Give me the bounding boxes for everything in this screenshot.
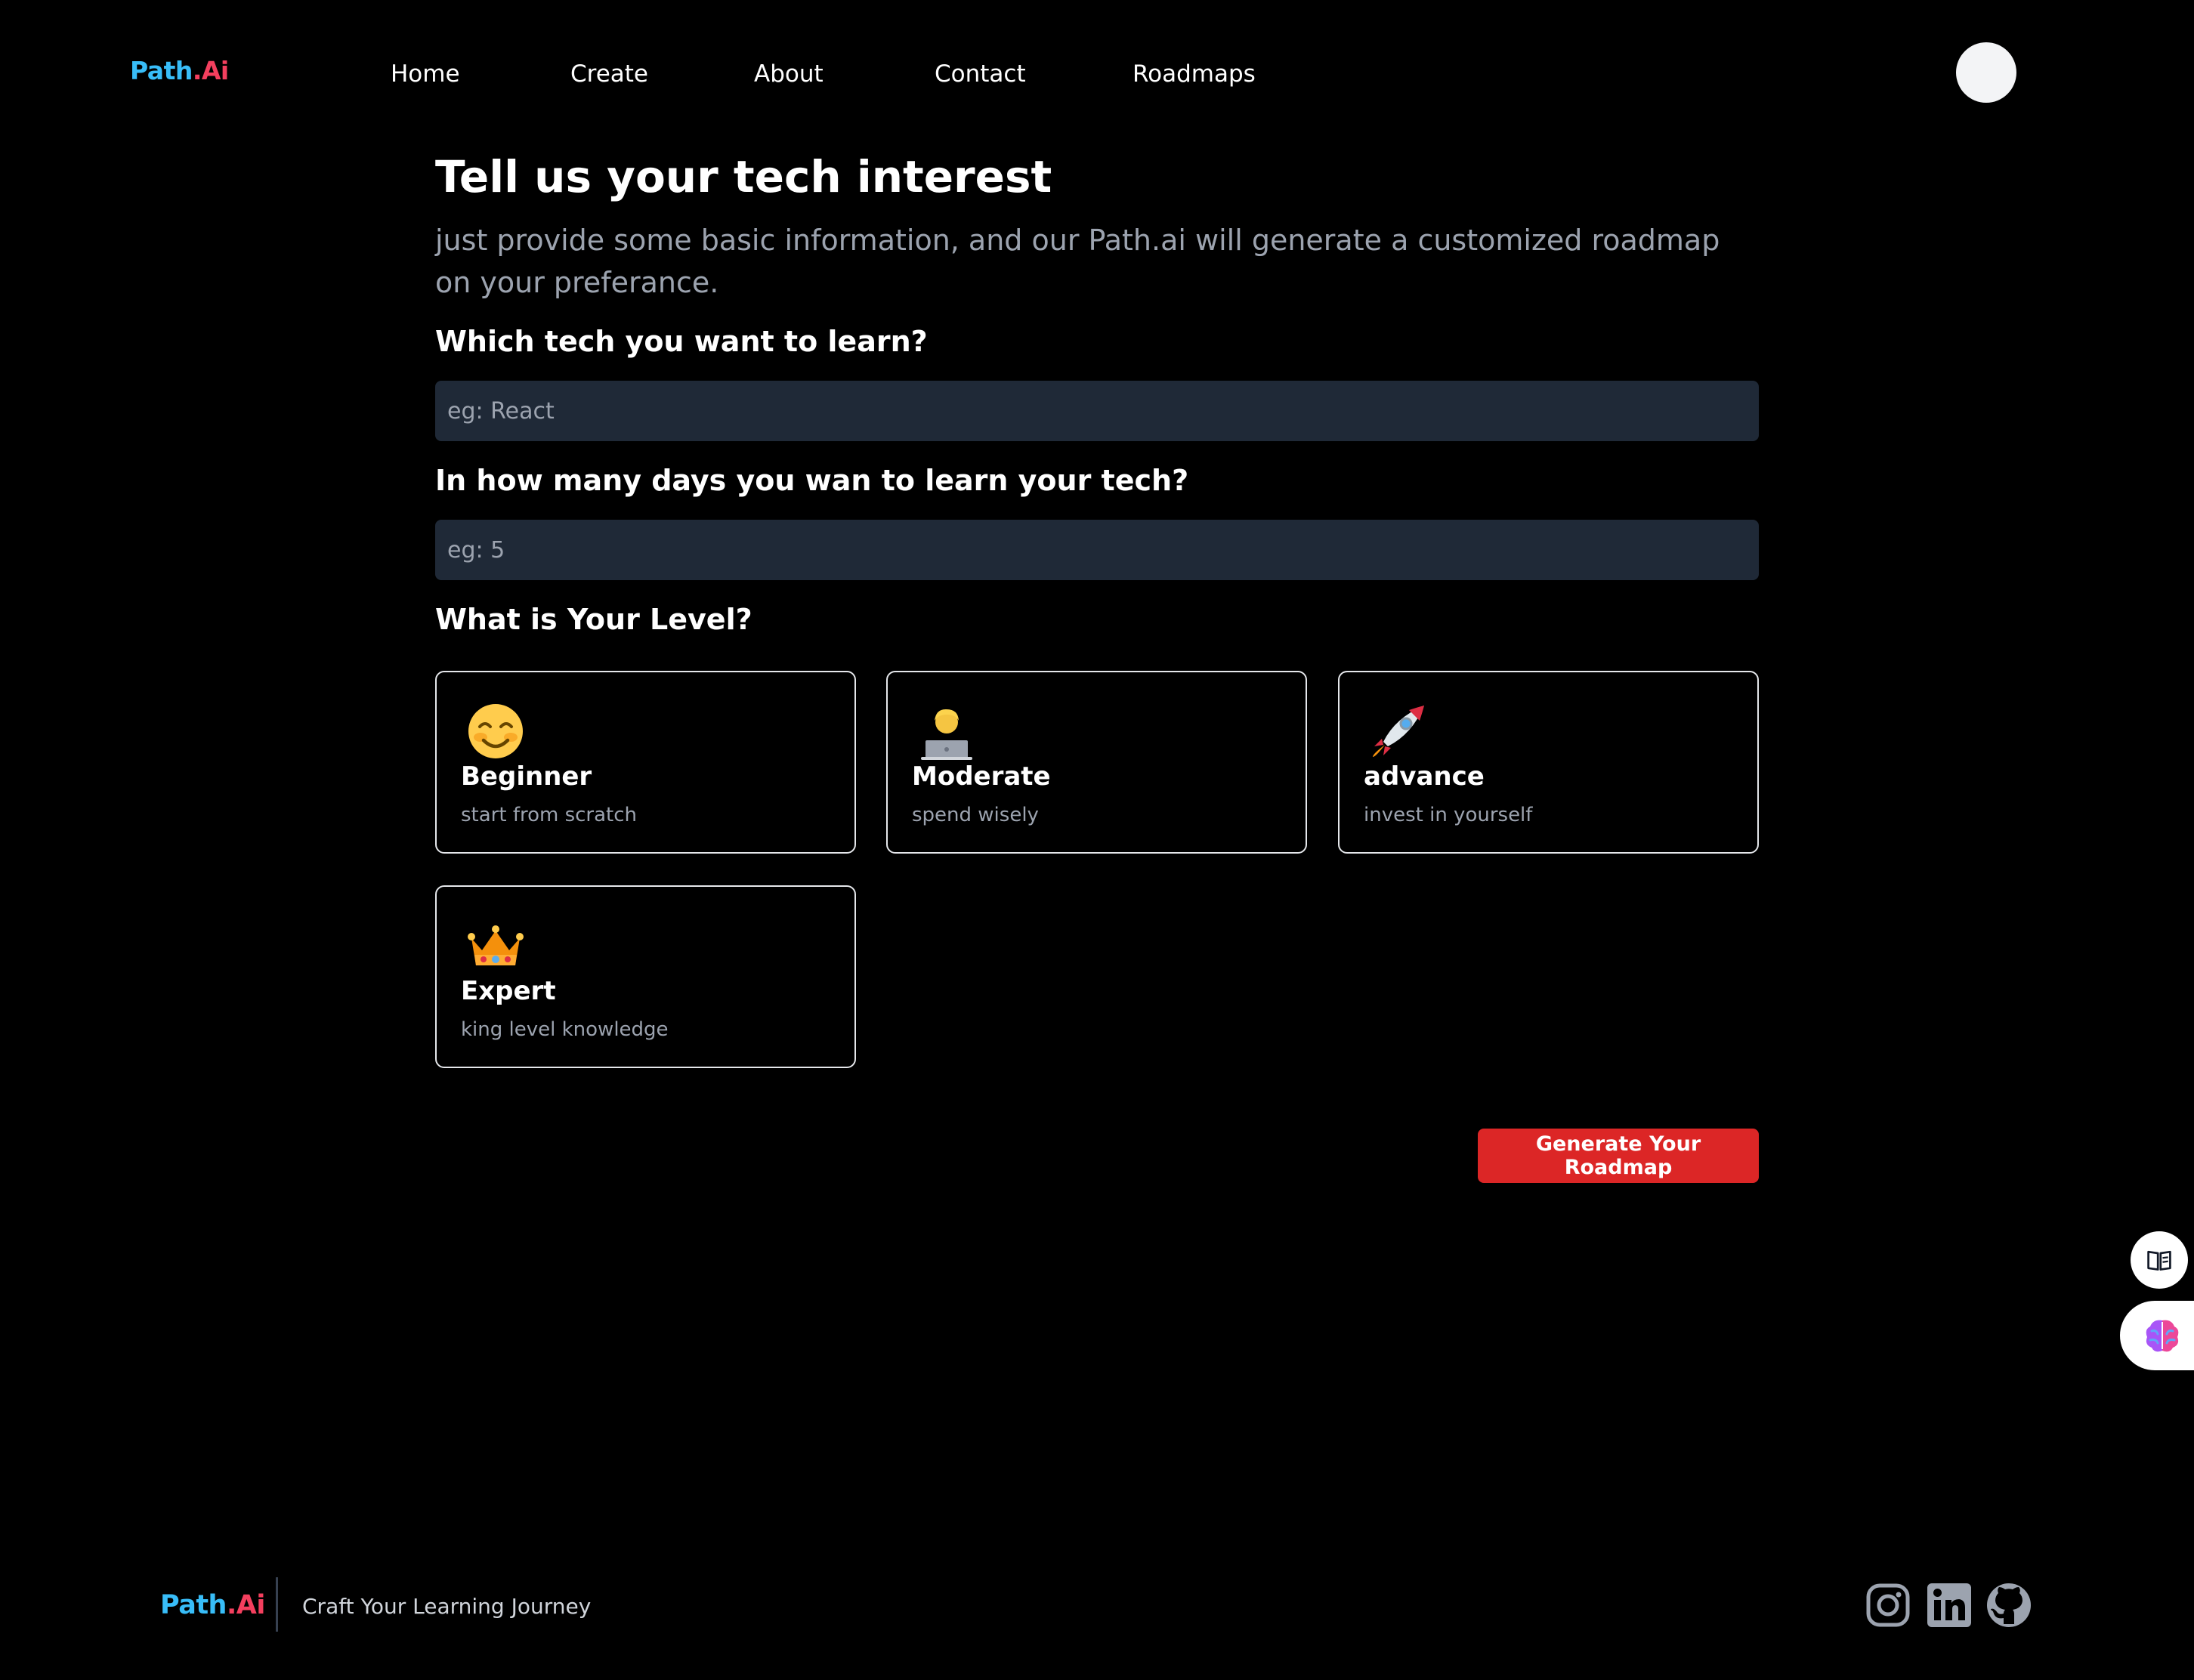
page-subtitle: just provide some basic information, and… <box>435 224 1720 299</box>
linkedin-icon[interactable] <box>1926 1582 1973 1629</box>
generate-roadmap-button[interactable]: Generate Your Roadmap <box>1478 1129 1759 1183</box>
nav-item-home[interactable]: Home <box>391 60 460 88</box>
nav-item-roadmaps[interactable]: Roadmaps <box>1133 60 1256 88</box>
level-title: advance <box>1364 761 1485 792</box>
user-avatar[interactable] <box>1956 42 2016 103</box>
smiling-face-icon <box>468 704 523 758</box>
nav-item-create[interactable]: Create <box>570 60 648 88</box>
level-card-advance[interactable]: advance invest in yourself <box>1338 671 1759 854</box>
brand-name-part1: Path <box>160 1590 227 1620</box>
level-title: Moderate <box>912 761 1051 792</box>
level-desc: start from scratch <box>461 804 638 826</box>
instagram-icon[interactable] <box>1865 1582 1911 1629</box>
level-card-expert[interactable]: Expert king level knowledge <box>435 885 856 1068</box>
nav-item-contact[interactable]: Contact <box>935 60 1026 88</box>
technologist-icon <box>921 709 972 760</box>
page-title: Tell us your tech interest <box>435 151 1052 202</box>
days-question-label: In how many days you wan to learn your t… <box>435 464 1189 497</box>
level-desc: invest in yourself <box>1364 804 1533 826</box>
level-title: Beginner <box>461 761 592 792</box>
level-card-beginner[interactable]: Beginner start from scratch <box>435 671 856 854</box>
footer-tagline: Craft Your Learning Journey <box>302 1594 592 1619</box>
footer-logo[interactable]: Path.Ai <box>160 1590 265 1620</box>
brand-name-part1: Path <box>130 56 193 85</box>
crown-icon <box>468 925 524 965</box>
level-question-label: What is Your Level? <box>435 603 752 636</box>
brand-logo[interactable]: Path.Ai <box>130 56 229 85</box>
level-title: Expert <box>461 976 556 1006</box>
github-icon[interactable] <box>1985 1582 2032 1629</box>
rocket-icon <box>1373 706 1424 757</box>
footer-divider <box>276 1577 278 1632</box>
level-desc: spend wisely <box>912 804 1039 826</box>
tech-question-label: Which tech you want to learn? <box>435 325 928 358</box>
brand-name-part2: .Ai <box>192 56 229 85</box>
tech-input[interactable] <box>435 381 1759 441</box>
book-reader-icon <box>2147 1250 2171 1271</box>
brain-icon <box>2146 1320 2179 1352</box>
nav-item-about[interactable]: About <box>754 60 824 88</box>
level-desc: king level knowledge <box>461 1018 669 1041</box>
level-card-moderate[interactable]: Moderate spend wisely <box>886 671 1307 854</box>
days-input[interactable] <box>435 520 1759 580</box>
brand-name-part2: .Ai <box>226 1590 265 1620</box>
reader-mode-button[interactable] <box>2131 1231 2188 1289</box>
ai-assistant-button[interactable] <box>2120 1301 2194 1370</box>
